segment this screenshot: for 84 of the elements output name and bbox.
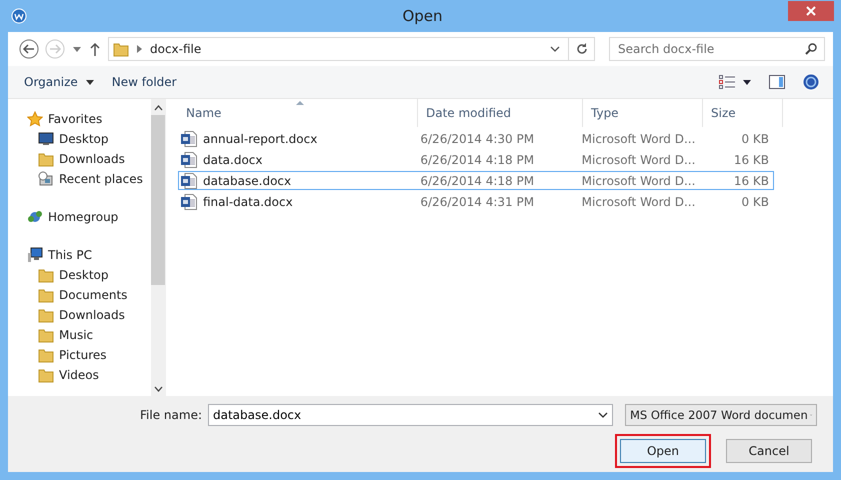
date-modified: 6/26/2014 4:30 PM	[419, 132, 536, 146]
scrollbar-thumb[interactable]	[151, 115, 165, 285]
word-document-icon	[181, 152, 197, 168]
scrollbar[interactable]	[151, 99, 165, 396]
chevron-down-icon	[154, 386, 162, 392]
column-header[interactable]: Type	[583, 99, 703, 127]
column-header[interactable]: Name	[178, 99, 418, 127]
file-size: 0 KB	[740, 194, 770, 208]
file-row[interactable]: data.docx 6/26/2014 4:18 PM Microsoft Word D... 16 KB	[178, 150, 774, 169]
sidebar-item[interactable]: Recent places	[8, 169, 151, 189]
sidebar-item[interactable]: Music	[8, 325, 151, 345]
folder-icon	[38, 287, 54, 303]
sidebar-item[interactable]: Pictures	[8, 345, 151, 365]
chevron-down-icon	[550, 46, 560, 52]
chevron-right-icon	[137, 45, 142, 53]
caret-icon	[73, 46, 81, 52]
file-size: 0 KB	[740, 132, 770, 146]
folder-icon	[38, 327, 54, 343]
column-header[interactable]: Size	[703, 99, 783, 127]
sidebar-item[interactable]: Downloads	[8, 305, 151, 325]
file-name: final-data.docx	[203, 194, 293, 208]
organize-menu-button[interactable]: Organize	[18, 71, 100, 93]
close-icon	[806, 6, 816, 16]
address-bar[interactable]: docx-file	[108, 37, 569, 61]
file-type-dropdown[interactable]: MS Office 2007 Word documen	[625, 404, 817, 426]
sidebar-item[interactable]: This PC	[8, 245, 151, 265]
up-arrow-icon	[90, 42, 100, 56]
column-header[interactable]: Date modified	[418, 99, 583, 127]
refresh-icon	[576, 43, 588, 55]
back-button[interactable]	[18, 38, 40, 60]
search-icon	[805, 43, 817, 55]
file-size: 16 KB	[732, 174, 770, 188]
file-name: annual-report.docx	[203, 132, 318, 146]
new-folder-button[interactable]: New folder	[106, 71, 183, 93]
sidebar-item[interactable]: Homegroup	[8, 207, 151, 227]
computer-icon	[27, 247, 43, 263]
file-row[interactable]: final-data.docx 6/26/2014 4:31 PM Microsoft Word D... 0 KB	[178, 192, 774, 211]
sidebar-item[interactable]: Desktop	[8, 265, 151, 285]
file-size: 16 KB	[732, 152, 770, 166]
word-document-icon	[181, 130, 197, 146]
file-type: Microsoft Word D...	[580, 152, 695, 166]
caret-icon	[743, 80, 751, 84]
date-modified: 6/26/2014 4:31 PM	[419, 194, 536, 208]
cancel-button[interactable]: Cancel	[726, 439, 812, 463]
folder-path: docx-file	[150, 42, 202, 56]
folder-icon	[38, 367, 54, 383]
file-row[interactable]: database.docx 6/26/2014 4:18 PM Microsoft Word D... 16 KB	[178, 171, 774, 190]
file-name-field[interactable]: database.docx	[208, 404, 613, 426]
date-modified: 6/26/2014 4:18 PM	[419, 152, 536, 166]
folder-icon	[38, 307, 54, 323]
chevron-up-icon	[154, 105, 162, 111]
file-name: database.docx	[203, 174, 292, 188]
file-row[interactable]: annual-report.docx 6/26/2014 4:30 PM Microsoft Word D... 0 KB	[178, 129, 774, 148]
app-logo-icon	[11, 8, 27, 24]
folder-icon	[113, 41, 129, 57]
recent-places-icon	[38, 171, 54, 187]
file-type: Microsoft Word D...	[580, 194, 695, 208]
caret-icon	[86, 80, 94, 84]
file-name: data.docx	[203, 152, 263, 166]
word-document-icon	[181, 194, 197, 210]
sidebar-item[interactable]: Documents	[8, 285, 151, 305]
word-document-icon	[181, 172, 197, 188]
folder-icon	[38, 347, 54, 363]
refresh-button[interactable]	[569, 37, 595, 61]
sidebar-item[interactable]: Videos	[8, 365, 151, 385]
monitor-icon	[38, 131, 54, 147]
homegroup-icon	[27, 209, 43, 225]
date-modified: 6/26/2014 4:18 PM	[419, 174, 536, 188]
folder-icon	[38, 151, 54, 167]
file-type: Microsoft Word D...	[580, 174, 695, 188]
open-button[interactable]: Open	[620, 439, 706, 463]
field-label: File name:	[140, 408, 202, 422]
window-title: Open	[402, 7, 443, 25]
star-icon	[27, 111, 43, 127]
chevron-down-icon	[598, 412, 608, 418]
preview-pane-icon	[769, 75, 785, 89]
sidebar-item[interactable]: Desktop	[8, 129, 151, 149]
folder-icon	[38, 267, 54, 283]
sidebar-item[interactable]: Downloads	[8, 149, 151, 169]
file-type: Microsoft Word D...	[580, 132, 695, 146]
search-field[interactable]: Search docx-file	[609, 37, 825, 61]
details-view-icon	[719, 75, 735, 89]
close-button[interactable]	[788, 1, 834, 21]
sidebar-item[interactable]: Favorites	[8, 109, 151, 129]
